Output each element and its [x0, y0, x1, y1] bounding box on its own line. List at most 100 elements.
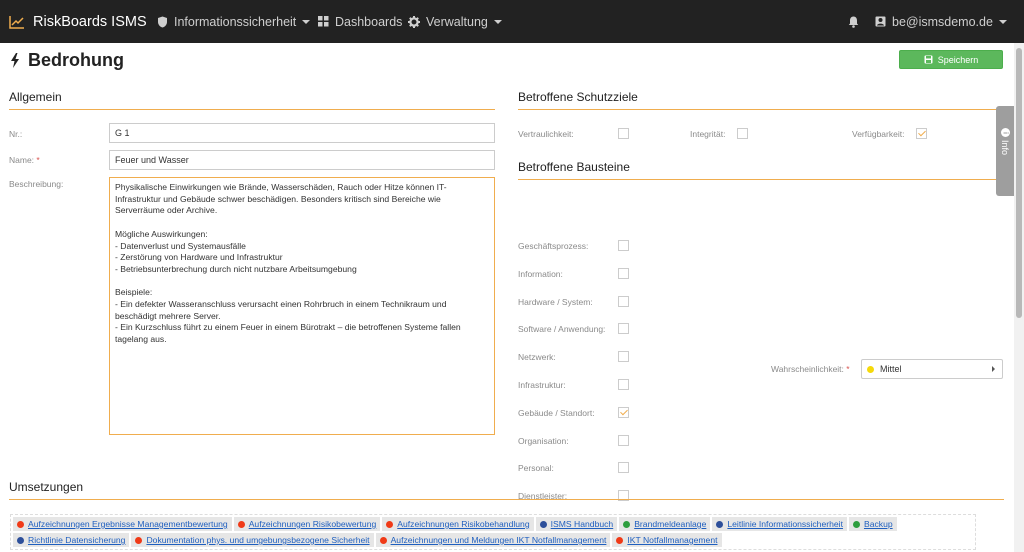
name-label-row: Name: * [9, 155, 40, 165]
nr-label: Nr.: [9, 129, 23, 139]
integritaet-label: Integrität: [690, 129, 726, 139]
umsetzung-link[interactable]: Dokumentation phys. und umgebungsbezogen… [146, 535, 369, 545]
status-dot-icon [852, 520, 860, 528]
bolt-icon [11, 53, 19, 68]
brand-name: RiskBoards ISMS [33, 13, 147, 30]
umsetzung-link[interactable]: Aufzeichnungen Risikobewertung [249, 519, 377, 529]
menu-informationssicherheit-label: Informationssicherheit [174, 14, 297, 29]
umsetzung-link[interactable]: Leitlinie Informationssicherheit [727, 519, 843, 529]
dashboard-grid-icon [318, 16, 329, 27]
umsetzung-tag: Backup [848, 517, 897, 531]
vertraulichkeit-checkbox[interactable] [618, 128, 629, 139]
umsetzung-tag: Aufzeichnungen Ergebnisse Managementbewe… [13, 517, 232, 531]
section-bausteine-heading: Betroffene Bausteine [518, 160, 1004, 180]
info-tab-content: i Info [1000, 128, 1010, 155]
trend-chart-icon [9, 15, 24, 29]
section-schutzziele-heading: Betroffene Schutzziele [518, 90, 1004, 110]
floppy-disk-icon [924, 55, 933, 64]
umsetzung-tag: ISMS Handbuch [535, 517, 618, 531]
baustein-checkbox[interactable] [618, 268, 629, 279]
section-umsetzungen-heading: Umsetzungen [9, 480, 1004, 500]
user-menu[interactable]: be@ismsdemo.de [875, 0, 1007, 43]
name-label: Name: [9, 155, 35, 165]
scrollbar-thumb[interactable] [1016, 48, 1022, 318]
baustein-checkbox[interactable] [618, 351, 629, 362]
baustein-label: Infrastruktur: [518, 380, 566, 390]
beschreibung-label: Beschreibung: [9, 179, 64, 189]
verfuegbarkeit-checkbox[interactable] [916, 128, 927, 139]
baustein-label: Gebäude / Standort: [518, 408, 595, 418]
section-allgemein-heading: Allgemein [9, 90, 495, 110]
wahrscheinlichkeit-select[interactable]: Mittel [861, 359, 1003, 379]
menu-dashboards[interactable]: Dashboards [318, 0, 402, 43]
integritaet-checkbox[interactable] [737, 128, 748, 139]
required-mark: * [846, 364, 850, 374]
umsetzung-tag: Brandmeldeanlage [619, 517, 711, 531]
umsetzung-link[interactable]: Brandmeldeanlage [634, 519, 706, 529]
umsetzung-tag: Richtlinie Datensicherung [13, 533, 130, 547]
umsetzung-tag: Aufzeichnungen Risikobehandlung [382, 517, 534, 531]
save-button-label: Speichern [937, 54, 979, 65]
chevron-down-icon [998, 19, 1007, 24]
status-dot-icon [716, 520, 724, 528]
status-dot-icon [386, 520, 394, 528]
baustein-checkbox[interactable] [618, 296, 629, 307]
name-input[interactable]: Feuer und Wasser [109, 150, 495, 170]
baustein-label: Hardware / System: [518, 297, 593, 307]
chevron-right-icon [992, 366, 995, 372]
content-area: Bedrohung Speichern Allgemein Nr.: G 1 N… [0, 43, 1014, 552]
chevron-down-icon [302, 19, 311, 24]
umsetzung-link[interactable]: Aufzeichnungen und Meldungen IKT Notfall… [391, 535, 607, 545]
baustein-label: Information: [518, 269, 563, 279]
umsetzung-link[interactable]: Aufzeichnungen Risikobehandlung [397, 519, 529, 529]
status-dot-icon [17, 536, 24, 544]
required-mark: * [36, 155, 40, 165]
umsetzung-tag: Aufzeichnungen Risikobewertung [233, 517, 381, 531]
vertraulichkeit-label: Vertraulichkeit: [518, 129, 574, 139]
verfuegbarkeit-label: Verfügbarkeit: [852, 129, 905, 139]
baustein-label: Netzwerk: [518, 352, 556, 362]
umsetzung-tag: IKT Notfallmanagement [612, 533, 722, 547]
menu-dashboards-label: Dashboards [335, 14, 403, 29]
brand-link[interactable]: RiskBoards ISMS [9, 0, 147, 43]
page-scrollbar[interactable] [1014, 43, 1024, 552]
info-tab[interactable]: i Info [996, 106, 1014, 196]
save-button[interactable]: Speichern [899, 50, 1003, 69]
baustein-checkbox[interactable] [618, 462, 629, 473]
umsetzung-link[interactable]: Richtlinie Datensicherung [28, 535, 125, 545]
beschreibung-textarea[interactable]: Physikalische Einwirkungen wie Brände, W… [109, 177, 495, 435]
page-title: Bedrohung [10, 50, 124, 71]
status-dot-icon [135, 536, 143, 544]
wahrscheinlichkeit-label: Wahrscheinlichkeit: [771, 364, 844, 374]
baustein-checkbox[interactable] [618, 240, 629, 251]
umsetzung-link[interactable]: Backup [864, 519, 893, 529]
gear-icon [408, 15, 420, 28]
umsetzung-tag: Leitlinie Informationssicherheit [712, 517, 847, 531]
bell-icon [848, 16, 859, 28]
page-title-text: Bedrohung [28, 50, 124, 70]
status-dot-icon [616, 536, 624, 544]
nr-input[interactable]: G 1 [109, 123, 495, 143]
shield-icon [158, 16, 167, 27]
baustein-checkbox[interactable] [618, 379, 629, 390]
umsetzung-link[interactable]: ISMS Handbuch [551, 519, 614, 529]
umsetzung-tag: Dokumentation phys. und umgebungsbezogen… [131, 533, 374, 547]
notifications-button[interactable] [848, 0, 865, 43]
wahrscheinlichkeit-label-row: Wahrscheinlichkeit: * [771, 364, 850, 374]
umsetzungen-list: Aufzeichnungen Ergebnisse Managementbewe… [10, 514, 976, 550]
umsetzung-link[interactable]: Aufzeichnungen Ergebnisse Managementbewe… [28, 519, 228, 529]
menu-verwaltung[interactable]: Verwaltung [408, 0, 502, 43]
status-dot-icon [17, 520, 24, 528]
chevron-down-icon [493, 19, 502, 24]
baustein-label: Software / Anwendung: [518, 324, 606, 334]
umsetzung-tag: Aufzeichnungen und Meldungen IKT Notfall… [375, 533, 611, 547]
status-dot-icon [237, 520, 245, 528]
baustein-checkbox[interactable] [618, 323, 629, 334]
baustein-checkbox[interactable] [618, 435, 629, 446]
status-dot-icon [539, 520, 547, 528]
user-card-icon [875, 16, 886, 27]
umsetzung-link[interactable]: IKT Notfallmanagement [627, 535, 717, 545]
info-icon: i [1000, 128, 1010, 137]
menu-informationssicherheit[interactable]: Informationssicherheit [157, 0, 311, 43]
baustein-checkbox[interactable] [618, 407, 629, 418]
